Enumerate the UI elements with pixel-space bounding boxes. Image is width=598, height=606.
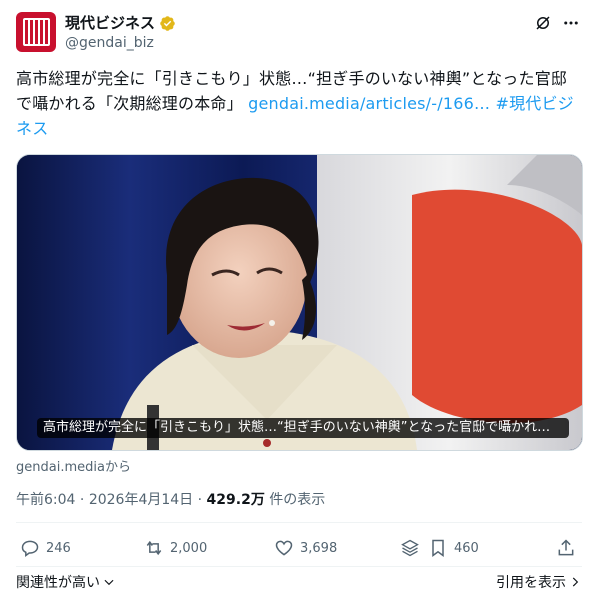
article-card[interactable]: 高市総理が完全に「引きこもり」状態…“担ぎ手のいない神輿”となった官邸で囁かれる… [16,154,583,451]
author-block: 現代ビジネス @gendai_biz [65,13,176,53]
divider [16,566,582,567]
avatar[interactable] [16,12,56,52]
chevron-right-icon [572,577,579,587]
gendai-logo-icon [22,18,50,46]
article-link[interactable]: gendai.media/articles/-/166… [248,94,490,113]
layers-icon [401,539,419,557]
replies-toolbar: 関連性が高い 引用を表示 [16,572,582,594]
display-name[interactable]: 現代ビジネス [65,13,155,33]
chevron-down-icon [104,579,114,586]
repost-count: 2,000 [170,540,208,556]
verified-badge-icon [160,15,175,31]
like-count: 3,698 [300,540,338,556]
divider [16,522,582,523]
grok-icon[interactable] [534,14,552,32]
more-options-icon[interactable] [562,14,580,32]
tweet-time[interactable]: 午前6:04 [16,492,75,508]
sort-label: 関連性が高い [16,575,100,591]
reply-button[interactable]: 246 [20,538,71,558]
view-quotes-button[interactable]: 引用を表示 [496,572,582,592]
share-button[interactable] [556,538,576,558]
bookmark-button[interactable]: 460 [428,538,479,558]
sort-replies-button[interactable]: 関連性が高い [16,572,116,592]
like-button[interactable]: 3,698 [274,538,337,558]
action-bar: 246 2,000 3,698 460 [16,538,582,562]
bookmark-count: 460 [454,540,479,556]
tweet-meta: 午前6:04 · 2026年4月14日 · 429.2万 件の表示 [16,490,325,510]
article-source[interactable]: gendai.mediaから [16,456,131,475]
view-count: 429.2万 [206,492,265,508]
tweet-header: 現代ビジネス @gendai_biz [16,12,582,56]
display-name-row[interactable]: 現代ビジネス [65,13,176,33]
reply-icon [21,540,39,557]
repost-button[interactable]: 2,000 [144,538,207,558]
repost-icon [146,540,162,556]
meta-separator: · [197,492,207,508]
tweet-text: 高市総理が完全に「引きこもり」状態…“担ぎ手のいない神輿”となった官邸で囁かれる… [16,66,582,141]
heart-icon [275,540,293,556]
views-stack-button[interactable] [400,538,420,558]
handle[interactable]: @gendai_biz [65,33,176,53]
bookmark-icon [432,539,444,557]
share-icon [558,539,574,556]
article-photo [17,155,582,450]
article-caption: 高市総理が完全に「引きこもり」状態…“担ぎ手のいない神輿”となった官邸で囁かれる… [37,418,569,438]
view-label: 件の表示 [269,492,326,508]
quotes-label: 引用を表示 [496,575,566,591]
meta-separator: · [79,492,89,508]
reply-count: 246 [46,540,71,556]
tweet-date[interactable]: 2026年4月14日 [89,492,193,508]
